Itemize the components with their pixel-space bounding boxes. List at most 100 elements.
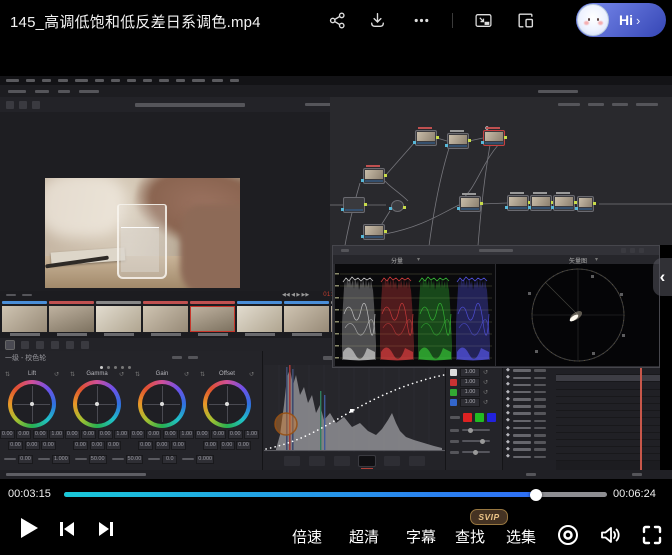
keyframe-row[interactable]: ◆ (503, 367, 556, 374)
curve-slider-row[interactable] (450, 429, 490, 432)
mini-player-icon[interactable] (516, 11, 535, 30)
palette-tab-icon[interactable] (51, 341, 59, 349)
gamma-color-wheel[interactable] (73, 380, 121, 428)
clip-thumbnail[interactable] (284, 306, 329, 332)
keyframe-row[interactable]: ◆ (503, 381, 556, 388)
keyframe-row[interactable]: ◆ (503, 410, 556, 417)
param-value[interactable]: 0.00 (18, 455, 33, 464)
wheel-value[interactable]: 0.00 (81, 430, 96, 439)
wheel-value[interactable]: 0.00 (41, 441, 56, 450)
wheel-value[interactable]: 0.00 (73, 441, 88, 450)
keyframe-row[interactable]: ◆ (503, 417, 556, 424)
clip-thumbnail[interactable] (96, 306, 141, 332)
pip-icon[interactable] (474, 11, 493, 30)
keyframe-timeline[interactable] (556, 351, 660, 470)
wheel-value[interactable]: 0.00 (25, 441, 40, 450)
palette-tab-icon[interactable] (21, 341, 29, 349)
reset-icon[interactable]: ↺ (249, 371, 254, 378)
curves-plot[interactable] (264, 365, 445, 452)
mixer-node[interactable] (391, 200, 404, 212)
clip-thumbnail[interactable] (143, 306, 188, 332)
luma-channel-row[interactable]: 1.00↺ (450, 368, 488, 377)
reset-icon[interactable]: ↺ (54, 371, 59, 378)
palette-tab-icon[interactable] (81, 341, 89, 349)
wheel-value[interactable]: 0.00 (203, 441, 218, 450)
window-close-icon[interactable] (639, 248, 644, 253)
speed-button[interactable]: 倍速 (292, 526, 322, 547)
color-node[interactable] (459, 196, 481, 212)
reset-icon[interactable]: ↺ (119, 371, 124, 378)
keyframe-row[interactable]: ◆ (503, 446, 556, 453)
curve-tab[interactable] (334, 456, 350, 466)
download-icon[interactable] (368, 11, 387, 30)
wheel-value[interactable]: 1.00 (114, 430, 129, 439)
color-node[interactable] (343, 197, 365, 213)
clip-thumbnail[interactable] (237, 306, 282, 332)
curve-slider-row[interactable] (450, 451, 490, 454)
wheel-value[interactable]: 0.00 (171, 441, 186, 450)
progress-bar[interactable] (64, 492, 607, 497)
scopes-window[interactable]: 分量 ▾ 矢量图 ▾ (332, 245, 660, 368)
timeline-playhead[interactable] (640, 351, 642, 470)
quality-button[interactable]: 超清 (349, 526, 379, 547)
keyframe-row[interactable]: ◆ (503, 389, 556, 396)
reset-icon[interactable]: ↺ (184, 371, 189, 378)
target-record-icon[interactable] (556, 523, 580, 547)
curve-tab[interactable] (284, 456, 300, 466)
video-frame-resolve-ui[interactable]: ◀◀ ◀ ▶ ▶▶ 01:00:14:05 (0, 76, 672, 479)
green-channel-row[interactable]: 1.00↺ (450, 388, 488, 397)
wheel-value[interactable]: 0.00 (155, 441, 170, 450)
play-button[interactable] (14, 514, 42, 542)
color-node[interactable] (363, 168, 385, 184)
blue-channel-row[interactable]: 1.00↺ (450, 398, 488, 407)
wheel-value[interactable]: 0.00 (0, 430, 15, 439)
wheel-value[interactable]: 0.00 (138, 441, 153, 450)
color-node[interactable] (577, 196, 594, 212)
wheel-value[interactable]: 0.00 (146, 430, 161, 439)
lift-color-wheel[interactable] (8, 380, 56, 428)
wheel-value[interactable]: 1.00 (49, 430, 64, 439)
gain-color-wheel[interactable] (138, 380, 186, 428)
wheel-value[interactable]: 0.00 (98, 430, 113, 439)
wheel-value[interactable]: 0.00 (33, 430, 48, 439)
viewer-tool-icon[interactable] (6, 101, 14, 109)
keyframe-row[interactable]: ◆ (503, 425, 556, 432)
transport-controls[interactable]: ◀◀ ◀ ▶ ▶▶ (282, 292, 309, 298)
color-node[interactable] (507, 195, 529, 211)
subtitles-button[interactable]: 字幕 (406, 526, 436, 547)
wheel-value[interactable]: 0.00 (65, 430, 80, 439)
param-value[interactable]: 0.0 (162, 455, 177, 464)
rgb-swatch-row[interactable] (450, 413, 496, 422)
scopes-title-bar[interactable] (333, 246, 659, 255)
curve-tab[interactable] (309, 456, 325, 466)
red-channel-row[interactable]: 1.00↺ (450, 378, 488, 387)
curve-tab-active[interactable] (359, 456, 375, 466)
param-value[interactable]: 0.000 (196, 455, 214, 464)
palette-tab-icon[interactable] (36, 341, 44, 349)
progress-handle[interactable] (530, 489, 542, 501)
palette-tab-wheels[interactable] (6, 341, 14, 349)
wheel-value[interactable]: 0.00 (220, 441, 235, 450)
palette-tab-icon[interactable] (66, 341, 74, 349)
viewer-tool-icon[interactable] (19, 101, 27, 109)
more-icon[interactable] (412, 11, 431, 30)
search-button[interactable]: 查找 (455, 526, 485, 547)
viewer-tool-icon[interactable] (32, 101, 40, 109)
fullscreen-icon[interactable] (641, 524, 663, 546)
share-icon[interactable] (328, 11, 347, 30)
curve-tab[interactable] (409, 456, 425, 466)
window-button[interactable] (630, 248, 635, 253)
keyframe-row[interactable]: ◆ (503, 374, 556, 381)
keyframe-row[interactable]: ◆ (503, 453, 556, 460)
color-node[interactable] (363, 224, 385, 240)
param-value[interactable]: 50.00 (89, 455, 107, 464)
wheel-value[interactable]: 0.00 (211, 430, 226, 439)
color-node[interactable] (553, 195, 575, 211)
param-value[interactable]: 1.000 (52, 455, 70, 464)
clip-thumbnail-selected[interactable] (190, 306, 235, 332)
next-frame-button[interactable] (96, 519, 116, 539)
wheel-page-dots[interactable] (100, 366, 131, 369)
window-button[interactable] (621, 248, 626, 253)
wheel-value[interactable]: 0.00 (8, 441, 23, 450)
color-node-selected[interactable] (483, 130, 505, 146)
